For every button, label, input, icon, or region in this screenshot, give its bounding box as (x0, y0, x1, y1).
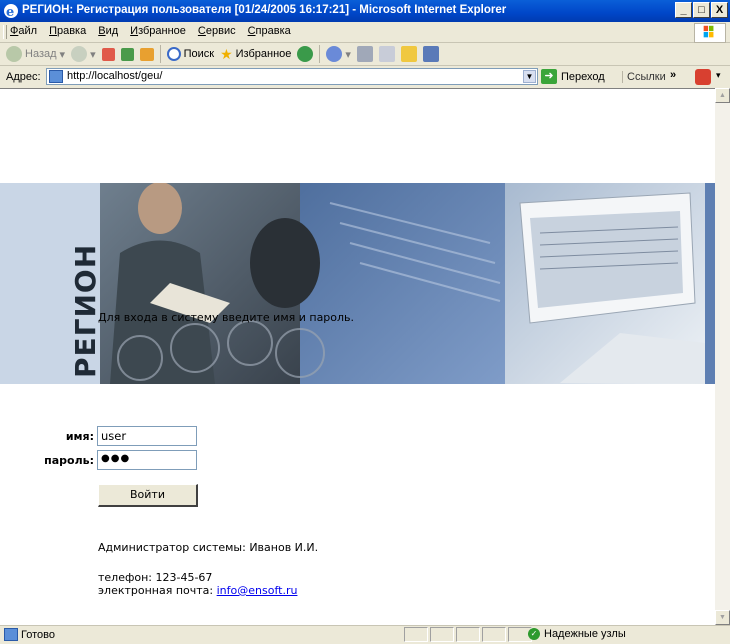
window-titlebar[interactable]: e РЕГИОН: Регистрация пользователя [01/2… (0, 0, 730, 22)
home-icon (139, 47, 154, 61)
username-input[interactable]: user (97, 426, 197, 446)
home-button[interactable] (139, 47, 154, 61)
phone-info: телефон: 123-45-67 (98, 571, 213, 584)
menu-bar: Файл Правка Вид Избранное Сервис Справка (0, 22, 730, 43)
scroll-up-button[interactable]: ▲ (715, 88, 730, 103)
status-bar: Готово ✓ Надежные узлы (0, 625, 730, 644)
maximize-button[interactable]: □ (693, 2, 710, 18)
login-button[interactable]: Войти (98, 484, 198, 507)
go-label: Переход (561, 70, 605, 83)
minimize-button[interactable]: _ (675, 2, 692, 18)
back-label: Назад (25, 48, 57, 60)
folder-icon (400, 46, 417, 62)
media-icon (297, 46, 314, 62)
ie-icon: e (4, 4, 18, 19)
print-icon (356, 46, 373, 62)
menu-tools[interactable]: Сервис (198, 25, 236, 37)
search-icon (166, 47, 181, 61)
status-text: Готово (21, 628, 55, 641)
window-title: РЕГИОН: Регистрация пользователя [01/24/… (22, 4, 507, 16)
go-arrow-icon: ➜ (541, 69, 557, 84)
stop-button[interactable] (101, 47, 115, 61)
address-bar: Адрес: http://localhost/geu/ ▼ ➜ Переход… (0, 66, 730, 89)
refresh-button[interactable] (120, 47, 134, 61)
page-icon (49, 70, 63, 83)
password-label: пароль: (44, 454, 94, 467)
menu-favorites[interactable]: Избранное (130, 25, 186, 37)
toolbar-separator (319, 45, 321, 63)
status-cell (404, 627, 428, 642)
email-info: электронная почта: info@ensoft.ru (98, 584, 297, 597)
menu-edit[interactable]: Правка (49, 25, 86, 37)
chevron-down-icon: ▾ (90, 48, 96, 61)
banner-image: РЕГИОН (0, 182, 715, 384)
back-button[interactable]: Назад ▾ (6, 46, 65, 62)
favorites-button[interactable]: ★ Избранное (220, 46, 291, 63)
page-icon (4, 628, 18, 641)
security-zone: Надежные узлы (544, 628, 626, 640)
chevron-double-right-icon[interactable]: » (670, 69, 676, 81)
address-dropdown[interactable]: ▼ (523, 70, 536, 83)
chevron-down-icon: ▾ (59, 48, 66, 61)
go-button[interactable]: ➜ Переход (541, 69, 605, 84)
address-url: http://localhost/geu/ (67, 70, 163, 82)
mail-icon (326, 46, 343, 62)
edit-button[interactable] (378, 46, 395, 62)
admin-info: Администратор системы: Иванов И.И. (98, 541, 319, 554)
forward-button[interactable]: ▾ (71, 46, 96, 62)
address-label: Адрес: (6, 71, 41, 83)
toolbar-grip[interactable] (3, 25, 7, 39)
standard-toolbar: Назад ▾ ▾ Поиск ★ Избранное ▾ (0, 43, 730, 66)
email-link[interactable]: info@ensoft.ru (217, 584, 298, 597)
stop-icon (101, 47, 115, 61)
messenger-icon (422, 46, 439, 62)
menu-file[interactable]: Файл (10, 25, 37, 37)
chevron-down-icon[interactable]: ▾ (716, 70, 721, 81)
scroll-down-button[interactable]: ▼ (715, 610, 730, 625)
forward-arrow-icon (71, 46, 88, 62)
favorites-label: Избранное (235, 48, 292, 60)
messenger-button[interactable] (422, 46, 439, 62)
username-label: имя: (65, 430, 94, 443)
status-cell (430, 627, 454, 642)
svg-text:e: e (6, 5, 14, 19)
chevron-down-icon: ▾ (345, 48, 351, 61)
toolbar-separator (159, 45, 161, 63)
star-icon: ★ (220, 45, 233, 62)
menu-view[interactable]: Вид (98, 25, 118, 37)
folder-button[interactable] (400, 46, 417, 62)
status-cell (482, 627, 506, 642)
media-button[interactable] (297, 46, 314, 62)
windows-logo-icon (694, 23, 726, 43)
vertical-scrollbar[interactable]: ▲ ▼ (715, 88, 730, 625)
address-input[interactable]: http://localhost/geu/ ▼ (46, 68, 538, 85)
trusted-zone-icon: ✓ (528, 628, 540, 640)
back-arrow-icon (6, 46, 22, 62)
status-cell (456, 627, 480, 642)
refresh-icon (120, 47, 134, 61)
norton-icon[interactable] (695, 69, 711, 85)
print-button[interactable] (356, 46, 373, 62)
edit-icon (378, 46, 395, 62)
login-prompt: Для входа в систему введите имя и пароль… (98, 311, 355, 324)
close-button[interactable]: X (711, 2, 728, 18)
mail-button[interactable]: ▾ (326, 46, 351, 62)
menu-help[interactable]: Справка (248, 25, 291, 37)
email-label: электронная почта: (98, 584, 214, 597)
links-button[interactable]: Ссылки (622, 71, 666, 83)
password-input[interactable]: ●●● (97, 450, 197, 470)
search-label: Поиск (183, 48, 215, 60)
search-button[interactable]: Поиск (166, 47, 215, 61)
